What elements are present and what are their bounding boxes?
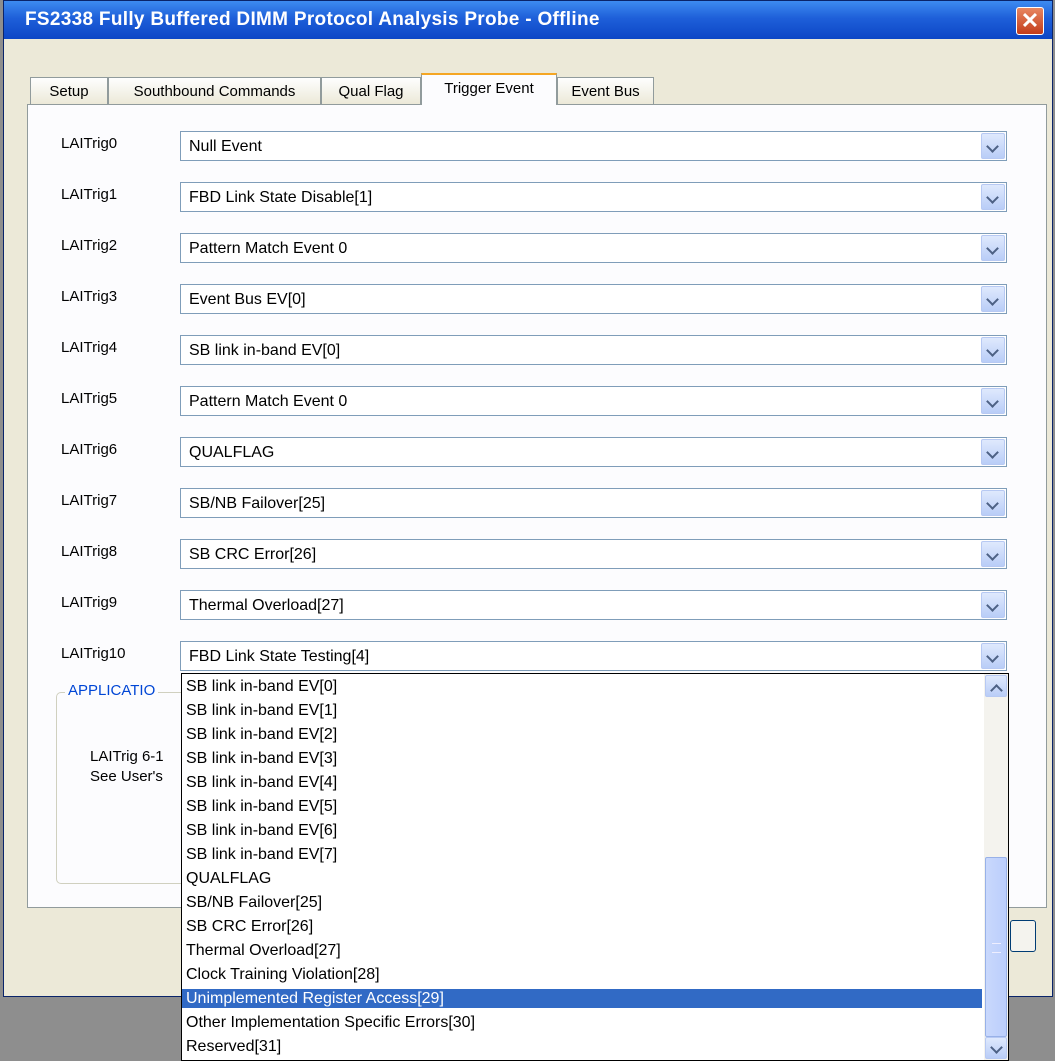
chevron-down-icon [990,1041,1003,1054]
select-value: SB CRC Error[26] [189,546,317,563]
tab-label: Event Bus [571,83,640,100]
trigger-select-0[interactable]: Null Event [180,131,1007,161]
trigger-label: LAITrig8 [61,543,118,560]
trigger-label: LAITrig7 [61,492,118,509]
scroll-up-button[interactable] [985,675,1007,697]
select-value: Pattern Match Event 0 [189,240,348,257]
tab-trigger-event[interactable]: Trigger Event [421,73,557,105]
dropdown-option[interactable]: SB link in-band EV[1] [182,701,982,720]
close-icon: ✕ [1020,8,1040,33]
dropdown-option[interactable]: SB link in-band EV[5] [182,797,982,816]
dropdown-button[interactable] [981,541,1005,567]
dropdown-button[interactable] [981,337,1005,363]
dropdown-option[interactable]: SB link in-band EV[6] [182,821,982,840]
trigger-label: LAITrig0 [61,135,118,152]
dropdown-button[interactable] [981,286,1005,312]
dropdown-button[interactable] [981,592,1005,618]
select-value: FBD Link State Disable[1] [189,189,373,206]
chevron-down-icon [986,497,999,510]
dropdown-option[interactable]: SB CRC Error[26] [182,917,982,936]
chevron-up-icon [990,684,1003,697]
dropdown-button[interactable] [981,439,1005,465]
trigger-select-6[interactable]: QUALFLAG [180,437,1007,467]
tab-southbound-commands[interactable]: Southbound Commands [108,77,321,104]
select-value: Null Event [189,138,262,155]
trigger-select-8[interactable]: SB CRC Error[26] [180,539,1007,569]
dropdown-option[interactable]: SB link in-band EV[7] [182,845,982,864]
dropdown-option[interactable]: SB link in-band EV[4] [182,773,982,792]
dropdown-option[interactable]: Reserved[31] [182,1037,982,1056]
trigger-label: LAITrig10 [61,645,126,662]
chevron-down-icon [986,599,999,612]
trigger-label: LAITrig2 [61,237,118,254]
trigger-label: LAITrig4 [61,339,118,356]
trigger-select-1[interactable]: FBD Link State Disable[1] [180,182,1007,212]
group-legend: APPLICATIO [65,682,159,699]
trigger-select-2[interactable]: Pattern Match Event 0 [180,233,1007,263]
dropdown-option[interactable]: SB link in-band EV[3] [182,749,982,768]
dropdown-option[interactable]: Clock Training Violation[28] [182,965,982,984]
dropdown-list[interactable]: SB link in-band EV[0] SB link in-band EV[… [181,673,1009,1061]
tab-qual-flag[interactable]: Qual Flag [321,77,421,104]
tab-setup[interactable]: Setup [30,77,108,104]
dropdown-option[interactable]: SB link in-band EV[2] [182,725,982,744]
scroll-down-button[interactable] [985,1037,1007,1059]
dialog-button[interactable] [1010,920,1036,952]
scroll-thumb[interactable] [985,857,1007,1037]
chevron-down-icon [986,395,999,408]
chevron-down-icon [986,650,999,663]
dropdown-button[interactable] [981,184,1005,210]
dropdown-option[interactable]: QUALFLAG [182,869,982,888]
dropdown-option[interactable]: SB link in-band EV[0] [182,677,982,696]
chevron-down-icon [986,446,999,459]
dropdown-option[interactable]: Unimplemented Register Access[29] [182,989,982,1008]
trigger-select-7[interactable]: SB/NB Failover[25] [180,488,1007,518]
grip-icon [992,943,1001,953]
scrollbar[interactable] [984,674,1008,1060]
chevron-down-icon [986,242,999,255]
trigger-label: LAITrig6 [61,441,118,458]
chevron-down-icon [986,548,999,561]
chevron-down-icon [986,344,999,357]
application-note-line1: LAITrig 6-1 [90,748,164,765]
dropdown-option[interactable]: SB/NB Failover[25] [182,893,982,912]
dropdown-button[interactable] [981,133,1005,159]
select-value: SB/NB Failover[25] [189,495,326,512]
application-note-line2: See User's [90,768,163,785]
title-bar[interactable]: FS2338 Fully Buffered DIMM Protocol Anal… [4,1,1052,39]
select-value: Event Bus EV[0] [189,291,306,308]
trigger-select-9[interactable]: Thermal Overload[27] [180,590,1007,620]
chevron-down-icon [986,140,999,153]
dropdown-button[interactable] [981,388,1005,414]
select-value: SB link in-band EV[0] [189,342,341,359]
select-value: Thermal Overload[27] [189,597,344,614]
trigger-label: LAITrig3 [61,288,118,305]
chevron-down-icon [986,191,999,204]
select-value: Pattern Match Event 0 [189,393,348,410]
tab-label: Southbound Commands [133,83,296,100]
dropdown-option[interactable]: Other Implementation Specific Errors[30] [182,1013,982,1032]
chevron-down-icon [986,293,999,306]
trigger-label: LAITrig9 [61,594,118,611]
select-value: FBD Link State Testing[4] [189,648,370,665]
tab-label: Trigger Event [444,80,534,97]
trigger-select-4[interactable]: SB link in-band EV[0] [180,335,1007,365]
trigger-select-5[interactable]: Pattern Match Event 0 [180,386,1007,416]
tab-label: Qual Flag [338,83,404,100]
close-button[interactable]: ✕ [1016,7,1044,35]
trigger-select-3[interactable]: Event Bus EV[0] [180,284,1007,314]
tab-event-bus[interactable]: Event Bus [557,77,654,104]
trigger-select-10[interactable]: FBD Link State Testing[4] [180,641,1007,671]
dropdown-option[interactable]: Thermal Overload[27] [182,941,982,960]
dropdown-button[interactable] [981,235,1005,261]
window-title: FS2338 Fully Buffered DIMM Protocol Anal… [25,9,600,30]
dropdown-button[interactable] [981,643,1005,669]
tab-label: Setup [49,83,89,100]
trigger-label: LAITrig1 [61,186,118,203]
trigger-label: LAITrig5 [61,390,118,407]
select-value: QUALFLAG [189,444,275,461]
dropdown-button[interactable] [981,490,1005,516]
